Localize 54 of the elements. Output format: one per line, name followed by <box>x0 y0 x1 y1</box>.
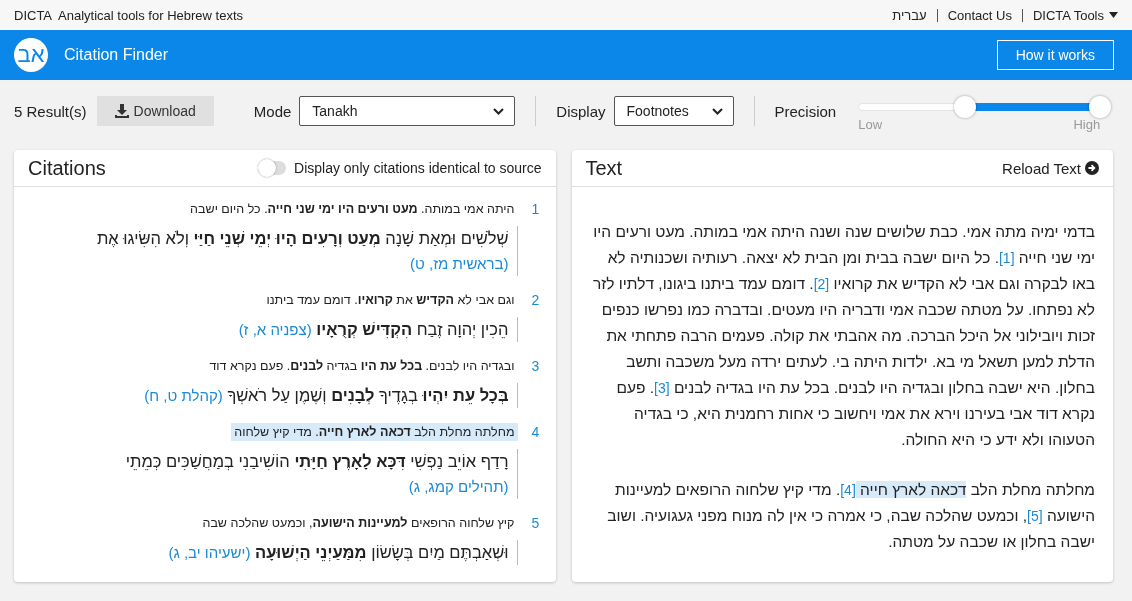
logo: אב <box>14 38 48 72</box>
download-button[interactable]: Download <box>96 96 214 126</box>
tools-menu[interactable]: DICTA Tools <box>1032 7 1118 23</box>
verse-text: רָדַף אוֹיֵב נַפְשִׁי דִּכָּא לָאָרֶץ חַיָּתִי הוֹשִׁיבַנִי בְמַחֲשַׁכִּים כְּמֵתֵי <box>125 452 509 470</box>
brand-name: DICTA <box>14 7 53 23</box>
verse-reference-link[interactable]: (בראשית מז, ט) <box>410 255 509 272</box>
citation-context[interactable]: מחלתה מחלת הלב דכאה לארץ חייה. מדי קיץ שלחוה <box>231 423 518 441</box>
language-link[interactable]: עברית <box>892 7 927 23</box>
citation-number[interactable]: 2 <box>527 290 544 342</box>
results-count: 5 Result(s) <box>14 102 87 120</box>
panel-title: Citations <box>28 156 106 180</box>
verse-text: בְּכָל עֵת יִהְיוּ בְגָדֶיךָ לְבָנִים וְשֶׁמֶן עַל רֹאשְׁךָ <box>227 386 509 404</box>
caret-icon <box>1109 12 1118 18</box>
footnote-link[interactable]: [1] <box>998 250 1015 266</box>
citation-context[interactable]: היתה אמי במותה. מעט ורעים היו ימי שני חייה. כל היום ישבה <box>187 200 518 218</box>
footnote-link[interactable]: [4] <box>840 482 856 498</box>
slider-handle[interactable] <box>953 96 976 118</box>
footnote-link[interactable]: [2] <box>813 276 830 292</box>
chevron-icon <box>493 107 505 115</box>
tagline: Analytical tools for Hebrew texts <box>58 7 243 23</box>
precision-label: Precision <box>774 102 837 120</box>
how-it-works-button[interactable]: How it works <box>996 40 1114 70</box>
reload-text-button[interactable]: Reload Text <box>1002 159 1099 177</box>
citation-number[interactable]: 5 <box>527 513 544 565</box>
display-label: Display <box>556 102 606 120</box>
verse-reference-link[interactable]: (צפניה א, ז) <box>238 321 312 338</box>
footnote-link[interactable]: [3] <box>654 380 670 396</box>
display-select[interactable]: Footnotes <box>613 96 734 126</box>
citation-context[interactable]: ובגדיה היו לבנים. בכל עת היו בגדיה לבנים. פעם נקרא דוד <box>206 357 518 375</box>
citation-context[interactable]: קיץ שלחוה הרופאים למעיינות הישועה, וכמעט שהלכה שבה <box>199 514 518 532</box>
verse-reference-link[interactable]: (תהילים קמג, ג) <box>408 478 509 495</box>
high-label: High <box>1073 118 1101 132</box>
toggle-switch[interactable] <box>258 161 287 175</box>
app-title: Citation Finder <box>64 46 169 64</box>
contact-link[interactable]: Contact Us <box>947 7 1012 23</box>
verse-reference-link[interactable]: (קהלת ט, ח) <box>144 387 223 404</box>
mode-select[interactable]: Tanakh <box>299 96 516 126</box>
citation-context[interactable]: וגם אבי לא הקדיש את קרואיו. דומם עמד ביתנו <box>263 291 518 309</box>
mode-label: Mode <box>253 102 292 120</box>
verse-text: הֵכִין יְהוָה זֶבַח הִקְדִּישׁ קְרֻאָיו <box>316 320 509 338</box>
panel-title: Text <box>585 156 623 180</box>
low-label: Low <box>858 118 883 132</box>
verse-text: שְׁלֹשִׁים וּמְאַת שָׁנָה מְעַט וְרָעִים הָיוּ יְמֵי שְׁנֵי חַיַּי וְלֹא הִשִּׂיגוּ אֶת <box>96 229 509 247</box>
footnote-link[interactable]: [5] <box>1027 508 1043 524</box>
citation-number[interactable]: 3 <box>527 356 544 408</box>
verse-text: וּשְׁאַבְתֶּם מַיִם בְּשָׂשׂוֹן מִמַּעַיְנֵי הַיְשׁוּעָה <box>255 543 509 561</box>
slider-handle[interactable] <box>1089 96 1112 118</box>
citation-number[interactable]: 4 <box>527 422 544 499</box>
arrow-circle-icon <box>1085 161 1099 175</box>
download-icon <box>114 104 129 118</box>
citation-number[interactable]: 1 <box>527 199 544 276</box>
verse-reference-link[interactable]: (ישעיהו יב, ג) <box>168 544 251 561</box>
toggle-label: Display only citations identical to source <box>294 160 542 176</box>
chevron-icon <box>711 107 723 115</box>
